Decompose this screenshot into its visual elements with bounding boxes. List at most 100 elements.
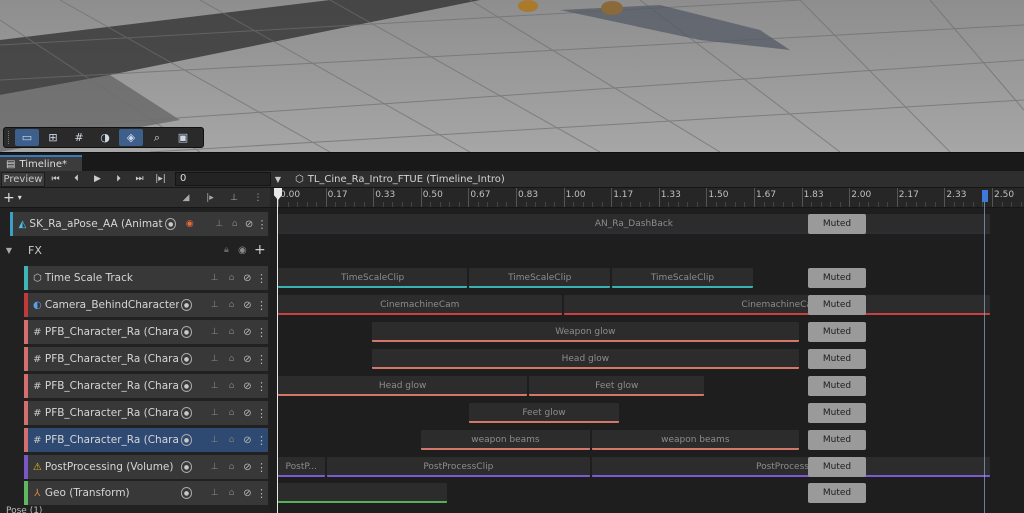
- eye-icon[interactable]: ⊘: [240, 327, 255, 338]
- pin-icon[interactable]: ⊥: [206, 408, 223, 418]
- settings-icon[interactable]: ⋮: [246, 190, 270, 206]
- add-track-button[interactable]: + ▾: [0, 190, 36, 206]
- more-icon[interactable]: ⋮: [255, 353, 268, 366]
- more-icon[interactable]: ⋮: [255, 272, 268, 285]
- timeline-clip[interactable]: AN_Ra_DashBack: [278, 214, 990, 234]
- record-icon[interactable]: ◉: [182, 219, 197, 229]
- track-header[interactable]: ◐ Camera_BehindCharacters (● ⊥ ⌂ ⊘ ⋮: [24, 293, 268, 317]
- object-picker-icon[interactable]: ●: [180, 434, 193, 446]
- pin-icon[interactable]: ⊥: [206, 435, 223, 445]
- timeline-clip[interactable]: CinemachineCam: [278, 295, 562, 315]
- more-icon[interactable]: ⋮: [256, 218, 268, 231]
- timeline-clip[interactable]: weapon beams: [592, 430, 799, 450]
- lock-icon[interactable]: ⌂: [227, 219, 242, 229]
- track-header[interactable]: #PFB_Character_Ra (Characte● ⊥⌂⊘⋮: [24, 401, 268, 425]
- scene-view[interactable]: ▭ ⊞ # ◑ ◈ ⌕ ▣: [0, 0, 1024, 152]
- object-picker-icon[interactable]: ●: [180, 326, 193, 338]
- track-header[interactable]: ⚠ PostProcessing (Volume) ● ⊥ ⌂ ⊘ ⋮: [24, 455, 268, 479]
- more-icon[interactable]: ⋮: [255, 434, 268, 447]
- eye-icon[interactable]: ⊘: [240, 462, 255, 473]
- pin-icon[interactable]: ⊥: [206, 488, 223, 498]
- frame-field[interactable]: 0: [175, 172, 271, 186]
- clip-area[interactable]: AN_Ra_DashBack Muted TimeScaleClip TimeScal…: [270, 208, 1024, 513]
- eye-icon[interactable]: ⊘: [240, 273, 255, 284]
- lock-icon[interactable]: ⌂: [223, 300, 240, 310]
- timeline-clip[interactable]: Feet glow: [469, 403, 619, 423]
- timeline-clip[interactable]: Head glow: [278, 376, 528, 396]
- orbit-icon[interactable]: ◑: [93, 129, 117, 146]
- more-icon[interactable]: ⋮: [255, 380, 268, 393]
- tab-timeline[interactable]: ▤ Timeline*: [0, 155, 82, 172]
- eye-icon[interactable]: ⊘: [240, 354, 255, 365]
- pin-icon[interactable]: ⊥: [206, 462, 223, 472]
- lock-icon[interactable]: ⌂: [223, 408, 240, 418]
- object-picker-icon[interactable]: ●: [180, 407, 193, 419]
- track-header[interactable]: #PFB_Character_Ra (Characte● ⊥⌂⊘⋮: [24, 320, 268, 344]
- preview-button[interactable]: Preview: [1, 171, 45, 187]
- object-picker-icon[interactable]: ●: [180, 487, 193, 499]
- timeline-clip[interactable]: Weapon glow: [372, 322, 799, 342]
- rect-select-icon[interactable]: ▭: [15, 129, 39, 146]
- track-header[interactable]: ⬡ Time Scale Track ⊥ ⌂ ⊘ ⋮: [24, 266, 268, 290]
- snap-icon[interactable]: |▸: [198, 190, 222, 206]
- grid-icon[interactable]: #: [67, 129, 91, 146]
- track-header[interactable]: ⅄ Geo (Transform) ● ⊥ ⌂ ⊘ ⋮: [24, 481, 268, 505]
- object-picker-icon[interactable]: ●: [180, 380, 193, 392]
- eye-icon[interactable]: ⊘: [240, 488, 255, 499]
- first-frame-icon[interactable]: ⏮: [45, 172, 66, 187]
- eye-icon[interactable]: ⊘: [242, 219, 256, 230]
- lock-icon[interactable]: ⌂: [223, 354, 240, 364]
- more-icon[interactable]: ⋮: [255, 326, 268, 339]
- lock-icon[interactable]: ⌂: [223, 435, 240, 445]
- track-header[interactable]: ◭ SK_Ra_aPose_AA (Animator) ● ◉ ⊥ ⌂ ⊘ ⋮: [10, 212, 268, 236]
- pin-icon[interactable]: ⊥: [206, 300, 223, 310]
- clip-edit-mode-icon[interactable]: ◢: [174, 190, 198, 206]
- search-icon[interactable]: ⌕: [145, 129, 169, 146]
- object-picker-icon[interactable]: ●: [165, 218, 176, 230]
- lock-icon[interactable]: 🔒︎: [224, 245, 238, 255]
- timeline-clip[interactable]: PostP...: [278, 457, 325, 477]
- camera-icon[interactable]: ▣: [171, 129, 195, 146]
- previous-frame-icon[interactable]: ⏴: [66, 172, 87, 187]
- eye-icon[interactable]: ⊘: [240, 381, 255, 392]
- more-icon[interactable]: ⋮: [255, 299, 268, 312]
- object-picker-icon[interactable]: ●: [180, 299, 193, 311]
- lock-icon[interactable]: ⌂: [223, 462, 240, 472]
- more-icon[interactable]: ⋮: [255, 407, 268, 420]
- pin-icon[interactable]: ⊥: [206, 381, 223, 391]
- timeline-clip[interactable]: TimeScaleClip: [612, 268, 753, 288]
- timeline-clip[interactable]: CinemachineCa: [563, 295, 990, 315]
- time-ruler[interactable]: 0.00 0.17 0.33 0.50 0.67 0.83 1.00 1.17 1.33 1.50…: [270, 188, 1024, 208]
- object-picker-icon[interactable]: ●: [180, 461, 193, 473]
- pin-icon[interactable]: ⊥: [206, 327, 223, 337]
- move-tool-icon[interactable]: ⊞: [41, 129, 65, 146]
- track-header[interactable]: #PFB_Character_Ra (Characte● ⊥⌂⊘⋮: [24, 428, 268, 452]
- lock-icon[interactable]: ⌂: [223, 381, 240, 391]
- pin-icon[interactable]: ⊥: [206, 354, 223, 364]
- collapse-arrow-icon[interactable]: ▼: [0, 246, 18, 255]
- timeline-clip[interactable]: PostProcessClip: [592, 457, 990, 477]
- eye-icon[interactable]: ◉: [238, 245, 254, 256]
- more-icon[interactable]: ⋮: [255, 461, 268, 474]
- loop-range-icon[interactable]: |▸|: [150, 172, 171, 187]
- more-icon[interactable]: ⋮: [255, 487, 268, 500]
- timeline-clip[interactable]: TimeScaleClip: [278, 268, 468, 288]
- fx-group-header[interactable]: ▼ FX 🔒︎ ◉ +: [0, 238, 270, 262]
- lock-icon[interactable]: ⌂: [223, 273, 240, 283]
- end-marker[interactable]: [982, 188, 990, 513]
- eye-icon[interactable]: ⊘: [240, 435, 255, 446]
- eye-icon[interactable]: ⊘: [240, 408, 255, 419]
- add-icon[interactable]: +: [254, 242, 270, 258]
- timeline-clip[interactable]: TimeScaleClip: [469, 268, 611, 288]
- layers-icon[interactable]: ◈: [119, 129, 143, 146]
- timeline-clip[interactable]: Head glow: [372, 349, 799, 369]
- timeline-clip[interactable]: [278, 483, 448, 503]
- next-frame-icon[interactable]: ⏵: [108, 172, 129, 187]
- frame-dropdown-icon[interactable]: ▼: [273, 175, 283, 184]
- object-picker-icon[interactable]: ●: [180, 353, 193, 365]
- timeline-asset-selector[interactable]: ⬡ TL_Cine_Ra_Intro_FTUE (Timeline_Intro): [295, 174, 505, 185]
- eye-icon[interactable]: ⊘: [240, 300, 255, 311]
- toolbar-grip[interactable]: [8, 131, 11, 144]
- timeline-clip[interactable]: Feet glow: [529, 376, 705, 396]
- timeline-clip[interactable]: weapon beams: [420, 430, 591, 450]
